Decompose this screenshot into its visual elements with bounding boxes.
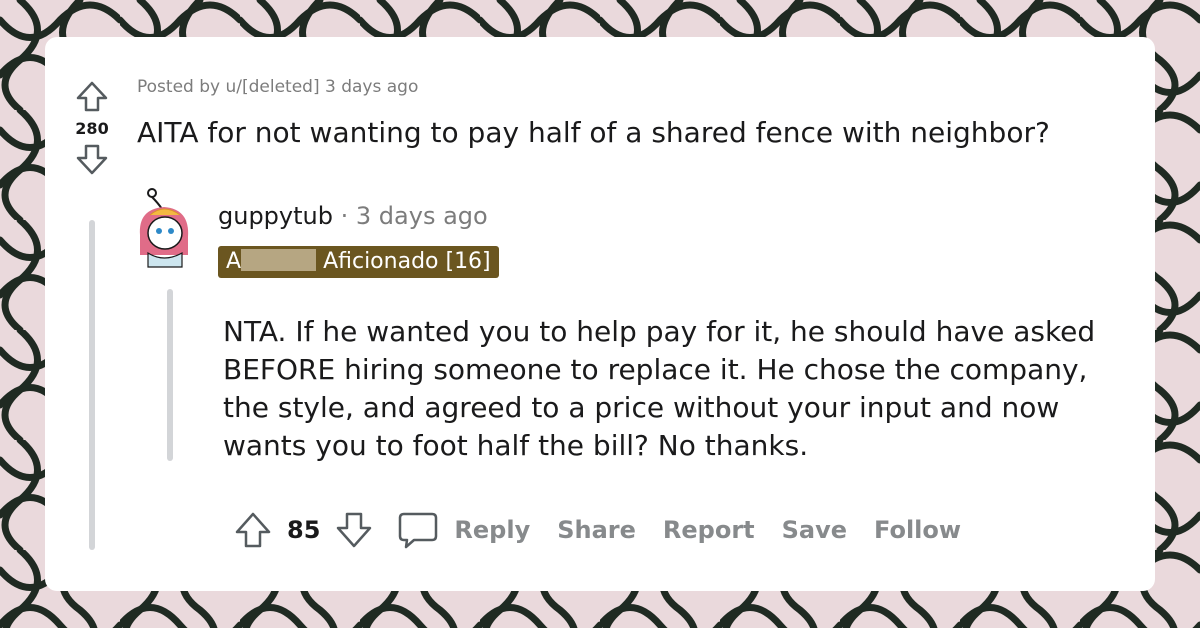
post-vote-column: 280 bbox=[73, 77, 111, 178]
downvote-arrow-icon[interactable] bbox=[332, 508, 376, 552]
speech-bubble-icon[interactable] bbox=[396, 508, 440, 552]
snoo-avatar[interactable] bbox=[138, 185, 190, 269]
posted-by-line: Posted by u/[deleted] 3 days ago bbox=[137, 77, 419, 97]
downvote-arrow-icon[interactable] bbox=[73, 140, 111, 178]
post-title[interactable]: AITA for not wanting to pay half of a sh… bbox=[137, 116, 1050, 149]
upvote-arrow-icon[interactable] bbox=[73, 77, 111, 115]
comment-body: NTA. If he wanted you to help pay for it… bbox=[223, 315, 1096, 462]
reddit-card: 280 Posted by u/[deleted] 3 days ago AIT… bbox=[45, 37, 1155, 591]
flair-redaction bbox=[241, 249, 317, 271]
flair-prefix: A bbox=[226, 249, 242, 274]
user-flair: A Aficionado [16] bbox=[218, 246, 499, 278]
upvote-arrow-icon[interactable] bbox=[231, 508, 275, 552]
comment-thread-line[interactable] bbox=[167, 289, 173, 461]
report-button[interactable]: Report bbox=[663, 516, 755, 544]
comment-score: 85 bbox=[287, 516, 321, 544]
reply-button[interactable]: Reply bbox=[454, 516, 530, 544]
thread-line[interactable] bbox=[89, 220, 95, 550]
post-score: 280 bbox=[75, 119, 109, 138]
share-button[interactable]: Share bbox=[557, 516, 636, 544]
save-button[interactable]: Save bbox=[782, 516, 847, 544]
flair-suffix: Aficionado [16] bbox=[323, 249, 491, 274]
comment-timestamp[interactable]: 3 days ago bbox=[356, 202, 488, 230]
meta-separator: · bbox=[340, 202, 349, 230]
follow-button[interactable]: Follow bbox=[874, 516, 961, 544]
comment-author-line: guppytub · 3 days ago bbox=[218, 202, 488, 230]
comment-action-bar: 85 Reply Share Report Save Follow bbox=[231, 507, 961, 553]
comment-username[interactable]: guppytub bbox=[218, 202, 333, 230]
